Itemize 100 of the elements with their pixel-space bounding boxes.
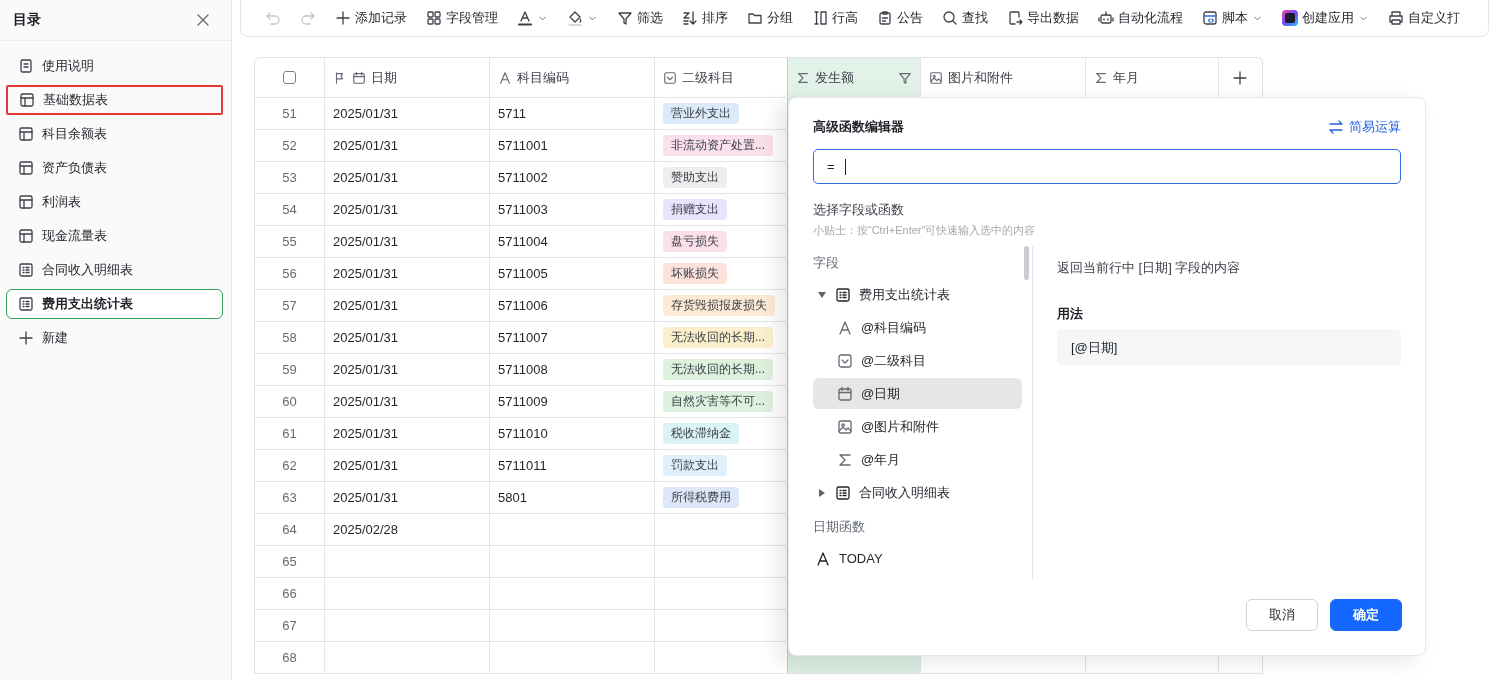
sidebar-item[interactable]: 利润表 (6, 187, 223, 217)
sidebar-item[interactable]: 现金流量表 (6, 221, 223, 251)
table-icon (18, 194, 34, 210)
usage-example: [@日期] (1057, 329, 1401, 366)
row-number: 61 (255, 418, 325, 449)
tip-text: 小贴士：按“Ctrl+Enter”可快速输入选中的内容 (813, 223, 1037, 238)
column-title: 科目编码 (517, 68, 569, 87)
sidebar-item[interactable]: 使用说明 (6, 51, 223, 81)
sidebar-item[interactable]: 合同收入明细表 (6, 255, 223, 285)
toolbar-button[interactable]: 字段管理 (426, 9, 498, 27)
category-tag: 所得税费用 (663, 487, 739, 508)
tree-item[interactable]: TODAY (813, 543, 1022, 574)
cancel-button[interactable]: 取消 (1246, 599, 1318, 631)
table-icon (18, 228, 34, 244)
sidebar-item-label: 使用说明 (42, 57, 94, 75)
table-cell: 2025/02/28 (333, 522, 399, 537)
redo-icon (300, 10, 316, 26)
table-cell: 5711 (498, 106, 526, 121)
sidebar-item-label: 基础数据表 (43, 91, 108, 109)
toolbar-button[interactable] (567, 10, 598, 26)
field-item[interactable]: @二级科目 (813, 345, 1022, 376)
sigma-icon (837, 451, 853, 468)
table-cell: 2025/01/31 (333, 106, 399, 121)
table-cell: 2025/01/31 (333, 458, 399, 473)
tree-item[interactable]: 合同收入明细表 (813, 477, 1022, 508)
category-tag: 无法收回的长期... (663, 327, 773, 348)
grid-icon (426, 10, 442, 26)
toolbar-button[interactable]: 分组 (747, 9, 793, 27)
row-number: 62 (255, 450, 325, 481)
sigma-icon (796, 70, 810, 85)
field-item[interactable]: @科目编码 (813, 312, 1022, 343)
category-tag: 存货毁损报废损失 (663, 295, 775, 316)
sidebar-item[interactable]: 资产负债表 (6, 153, 223, 183)
list-icon (18, 262, 34, 278)
letter-icon (815, 550, 831, 567)
sidebar-item-label: 费用支出统计表 (42, 295, 133, 313)
toolbar-button[interactable]: 筛选 (617, 9, 663, 27)
toolbar-button[interactable]: 自定义打 (1388, 9, 1460, 27)
row-number: 63 (255, 482, 325, 513)
row-number: 58 (255, 322, 325, 353)
sidebar-item[interactable]: 科目余额表 (6, 119, 223, 149)
simple-mode-link[interactable]: 简易运算 (1328, 118, 1401, 136)
tree-item[interactable]: 费用支出统计表 (813, 279, 1022, 310)
category-tag: 盘亏损失 (663, 231, 727, 252)
group-label: 日期函数 (813, 517, 866, 536)
formula-field[interactable]: = (813, 149, 1401, 184)
list-icon (835, 484, 851, 501)
row-number: 56 (255, 258, 325, 289)
field-item[interactable]: @图片和附件 (813, 411, 1022, 442)
table-cell: 2025/01/31 (333, 298, 399, 313)
script-icon (1202, 10, 1218, 26)
table-cell: 5711003 (498, 202, 548, 217)
field-item[interactable]: @日期 (813, 378, 1022, 409)
close-icon[interactable] (195, 12, 211, 28)
sidebar-item[interactable]: 基础数据表 (6, 85, 223, 115)
column-header[interactable]: 发生额 (788, 58, 921, 97)
row-number: 60 (255, 386, 325, 417)
row-number: 57 (255, 290, 325, 321)
expand-triangle-icon[interactable] (818, 291, 826, 298)
row-number: 55 (255, 226, 325, 257)
category-tag: 非流动资产处置... (663, 135, 773, 156)
calendar-icon (837, 385, 853, 402)
plus-icon (1232, 69, 1248, 86)
column-header[interactable]: 科目编码 (490, 58, 655, 97)
toolbar-button[interactable]: 脚本 (1202, 9, 1263, 27)
toolbar-button[interactable]: 公告 (877, 9, 923, 27)
scrollbar[interactable] (1024, 246, 1029, 280)
column-header[interactable]: 日期 (325, 58, 490, 97)
table-cell: 5711008 (498, 362, 548, 377)
new-button[interactable]: 新建 (6, 323, 223, 353)
row-number: 52 (255, 130, 325, 161)
sidebar-item-label: 资产负债表 (42, 159, 107, 177)
toolbar-button[interactable]: 导出数据 (1007, 9, 1079, 27)
dialog-title: 高级函数编辑器 (813, 118, 904, 136)
column-title: 二级科目 (682, 68, 734, 87)
toolbar-button[interactable]: 排序 (682, 9, 728, 27)
expand-triangle-icon[interactable] (819, 488, 825, 497)
dropdown-box-icon (837, 352, 853, 369)
confirm-button[interactable]: 确定 (1330, 599, 1402, 631)
toolbar-button[interactable]: 查找 (942, 9, 988, 27)
image-icon (837, 418, 853, 435)
robot-icon (1098, 10, 1114, 26)
table-cell: 5711005 (498, 266, 548, 281)
table-icon (18, 160, 34, 176)
usage-title: 用法 (1057, 305, 1084, 323)
toolbar-button[interactable]: 创建应用 (1282, 9, 1369, 27)
export-icon (1007, 10, 1023, 26)
filter-icon[interactable] (898, 70, 912, 85)
toolbar-button[interactable]: 自动化流程 (1098, 9, 1183, 27)
table-cell: 2025/01/31 (333, 266, 399, 281)
table-cell: 2025/01/31 (333, 394, 399, 409)
toolbar-button[interactable]: 添加记录 (335, 9, 407, 27)
field-item[interactable]: @年月 (813, 444, 1022, 475)
column-title: 年月 (1113, 68, 1139, 87)
search-icon (942, 10, 958, 26)
checkbox[interactable] (283, 71, 296, 84)
row-number: 64 (255, 514, 325, 545)
toolbar-button[interactable]: 行高 (812, 9, 858, 27)
sidebar-item[interactable]: 费用支出统计表 (6, 289, 223, 319)
toolbar-button[interactable] (517, 10, 548, 26)
